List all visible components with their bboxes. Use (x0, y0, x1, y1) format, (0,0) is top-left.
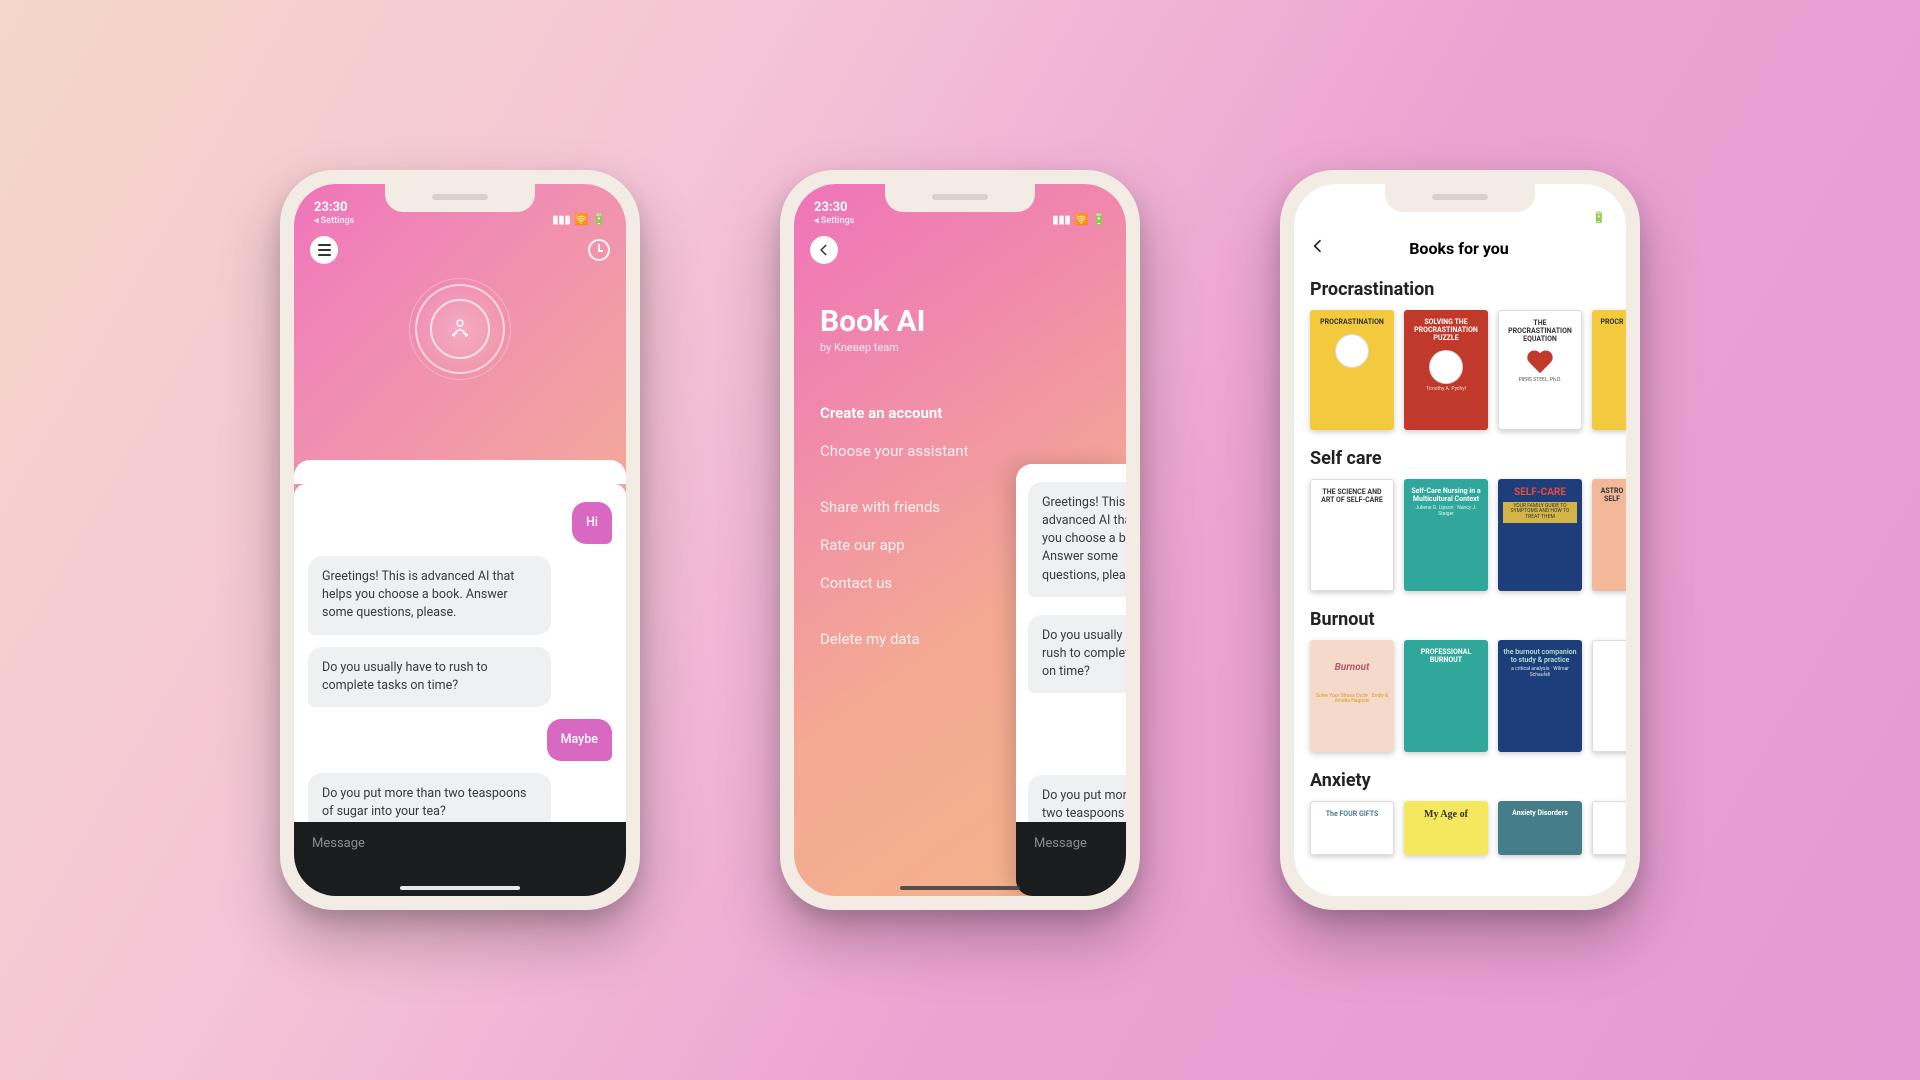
wifi-icon: 🛜 (1075, 213, 1089, 226)
books-header: Books for you (1294, 228, 1626, 273)
home-indicator (900, 886, 1020, 890)
book-title: ASTRO SELF (1597, 487, 1626, 503)
message-input-bar-peek: Message (1016, 822, 1126, 896)
book-row-anxiety[interactable]: The FOUR GIFTS My Age of Anxiety Disorde… (1310, 801, 1610, 855)
section-label-procrastination: Procrastination (1310, 279, 1610, 300)
book-title: The FOUR GIFTS (1326, 810, 1379, 818)
book-subtitle: YOUR FAMILY GUIDE TO SYMPTOMS AND HOW TO… (1503, 502, 1577, 523)
drawer-item-choose-assistant[interactable]: Choose your assistant (820, 442, 1100, 460)
book-cover[interactable]: the burnout companion to study & practic… (1498, 640, 1582, 752)
book-cover[interactable]: Burnout Solve Your Stress Cycle · Emily … (1310, 640, 1394, 752)
message-input-bar[interactable]: Message (294, 822, 626, 896)
battery-icon: 🔋 (592, 213, 606, 226)
book-cover[interactable]: Self-Care Nursing in a Multicultural Con… (1404, 479, 1488, 591)
heart-icon (1526, 351, 1554, 375)
books-screen: 🔋 Books for you Procrastination PROCRAST… (1294, 184, 1626, 896)
book-cover[interactable]: Anxiety Disorders (1498, 801, 1582, 855)
book-cover[interactable]: THE SCIENCE AND ART OF SELF-CARE (1310, 479, 1394, 591)
chat-message-user: Maybe (547, 719, 612, 761)
book-subtitle: Juliene G. Lipson · Nancy J. Steiger (1409, 506, 1483, 518)
drawer-underlying-chat: Greetings! This is advanced AI that help… (1016, 464, 1126, 896)
book-subtitle: Solve Your Stress Cycle · Emily & Amelia… (1315, 694, 1389, 706)
home-indicator (400, 886, 520, 890)
wifi-icon: 🛜 (575, 213, 589, 226)
assistant-avatar (405, 274, 515, 384)
book-cover[interactable]: THE PROCRASTINATION EQUATION PIERS STEEL… (1498, 310, 1582, 430)
signal-icon: ▮▮▮ (552, 213, 570, 226)
book-title: THE SCIENCE AND ART OF SELF-CARE (1316, 488, 1388, 504)
status-back-hint: ◂ Settings (814, 216, 854, 226)
chat-message-ai-peek: Greetings! This is advanced AI that help… (1028, 482, 1126, 597)
chat-header-gradient: 23:30 ◂ Settings ▮▮▮ 🛜 🔋 (294, 184, 626, 494)
history-icon[interactable] (588, 239, 610, 261)
chat-message-ai: Greetings! This is advanced AI that help… (308, 556, 551, 634)
book-cover[interactable]: The FOUR GIFTS (1310, 801, 1394, 855)
signal-icon: ▮▮▮ (1052, 213, 1070, 226)
section-label-anxiety: Anxiety (1310, 770, 1610, 791)
book-row-selfcare[interactable]: THE SCIENCE AND ART OF SELF-CARE Self-Ca… (1310, 479, 1610, 591)
book-cover[interactable]: SELF-CARE YOUR FAMILY GUIDE TO SYMPTOMS … (1498, 479, 1582, 591)
book-subtitle: Timothy A. Pychyl (1426, 387, 1466, 393)
status-icons: ▮▮▮ 🛜 🔋 (1052, 213, 1106, 226)
book-title: Self-Care Nursing in a Multicultural Con… (1409, 487, 1483, 503)
book-cover-partial[interactable]: PROCR (1592, 310, 1626, 430)
section-label-selfcare: Self care (1310, 448, 1610, 469)
book-cover-partial[interactable] (1592, 801, 1626, 855)
status-time: 23:30 (314, 200, 348, 215)
battery-icon: 🔋 (1592, 211, 1606, 224)
chat-message-ai-peek: Do you usually have to rush to complete … (1028, 615, 1126, 693)
book-title: PROFESSIONAL BURNOUT (1409, 648, 1483, 664)
book-row-procrastination[interactable]: PROCRASTINATION SOLVING THE PROCRASTINAT… (1310, 310, 1610, 430)
status-bar: 23:30 ◂ Settings ▮▮▮ 🛜 🔋 (794, 184, 1126, 228)
drawer-item-create-account[interactable]: Create an account (820, 404, 1100, 422)
book-cover[interactable]: PROFESSIONAL BURNOUT (1404, 640, 1488, 752)
book-title: PROCR (1601, 318, 1624, 326)
drawer-title: Book AI (820, 304, 1100, 339)
chat-message-user: Hi (572, 502, 612, 544)
clock-icon (1429, 350, 1463, 384)
message-input-placeholder: Message (312, 836, 365, 851)
book-cover[interactable]: My Age of (1404, 801, 1488, 855)
meditation-icon (446, 317, 474, 341)
page-title: Books for you (1308, 239, 1610, 258)
book-title: THE PROCRASTINATION EQUATION (1504, 319, 1576, 343)
status-time: 23:30 (814, 200, 848, 215)
books-body[interactable]: Procrastination PROCRASTINATION SOLVING … (1294, 273, 1626, 873)
book-cover-partial[interactable]: ASTRO SELF (1592, 479, 1626, 591)
arrow-left-icon (817, 243, 831, 257)
book-title: the burnout companion to study & practic… (1503, 648, 1577, 664)
drawer-subtitle: by Kneвер team (820, 341, 1100, 354)
drawer-screen: 23:30 ◂ Settings ▮▮▮ 🛜 🔋 Book AI by Kneв… (794, 184, 1126, 896)
book-cover[interactable]: SOLVING THE PROCRASTINATION PUZZLE Timot… (1404, 310, 1488, 430)
status-bar: 23:30 ◂ Settings ▮▮▮ 🛜 🔋 (294, 184, 626, 228)
book-cover-partial[interactable] (1592, 640, 1626, 752)
book-title: My Age of (1424, 809, 1468, 821)
battery-icon: 🔋 (1092, 213, 1106, 226)
clock-icon (1335, 334, 1369, 368)
phone-mockup-drawer: 23:30 ◂ Settings ▮▮▮ 🛜 🔋 Book AI by Kneв… (780, 170, 1140, 910)
book-subtitle: a critical analysis · Wilmar Schaufeli (1503, 667, 1577, 679)
phone-mockup-chat: 23:30 ◂ Settings ▮▮▮ 🛜 🔋 (280, 170, 640, 910)
status-bar: 🔋 (1294, 184, 1626, 228)
book-title: Anxiety Disorders (1512, 809, 1568, 817)
back-button[interactable] (810, 236, 838, 264)
book-subtitle: PIERS STEEL, Ph.D. (1519, 378, 1562, 384)
message-input-placeholder: Message (1034, 836, 1087, 851)
status-icons: ▮▮▮ 🛜 🔋 (552, 213, 606, 226)
book-title: SELF-CARE (1514, 487, 1566, 499)
section-label-burnout: Burnout (1310, 609, 1610, 630)
book-title: Burnout (1335, 662, 1370, 674)
book-cover[interactable]: PROCRASTINATION (1310, 310, 1394, 430)
status-back-hint: ◂ Settings (314, 216, 354, 226)
chat-message-ai: Do you usually have to rush to complete … (308, 647, 551, 707)
book-row-burnout[interactable]: Burnout Solve Your Stress Cycle · Emily … (1310, 640, 1610, 752)
chat-screen: 23:30 ◂ Settings ▮▮▮ 🛜 🔋 (294, 184, 626, 896)
phone-mockup-books: 🔋 Books for you Procrastination PROCRAST… (1280, 170, 1640, 910)
book-title: PROCRASTINATION (1320, 318, 1384, 326)
book-title: SOLVING THE PROCRASTINATION PUZZLE (1409, 318, 1483, 342)
menu-button[interactable] (310, 236, 338, 264)
